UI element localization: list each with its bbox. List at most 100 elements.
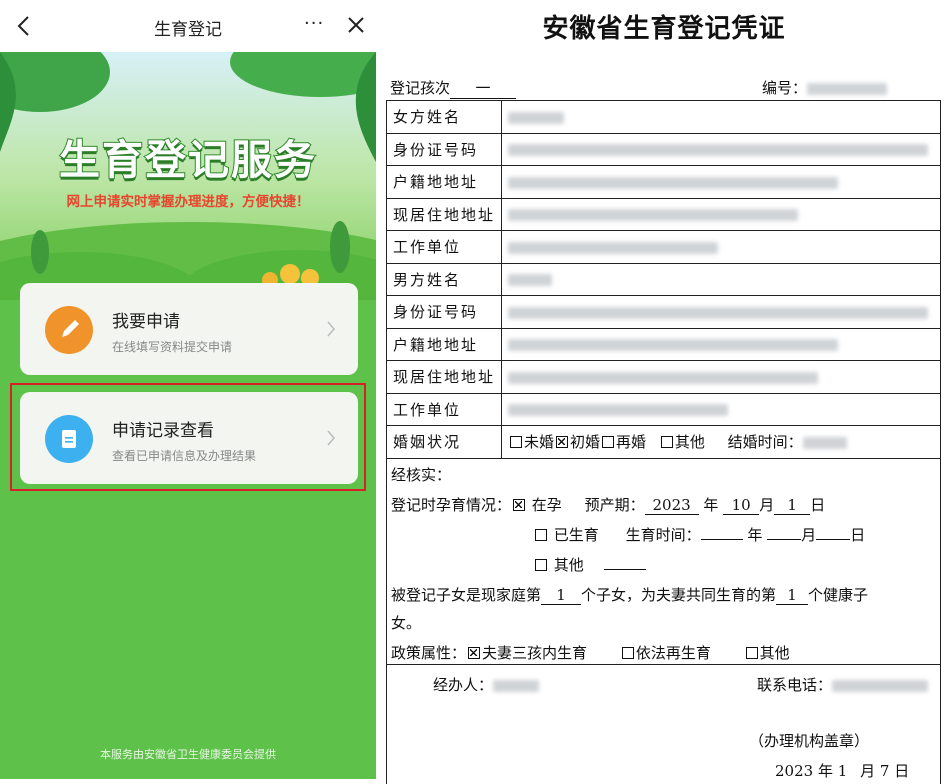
unit: 月: [801, 526, 817, 544]
unit: 日: [894, 762, 910, 780]
registration-order: 登记孩次一: [390, 77, 517, 99]
row-label: 身份证号码: [385, 132, 503, 166]
checkbox: [745, 647, 758, 659]
redacted-value: [508, 274, 553, 287]
footer-note: 本服务由安徽省卫生健康委员会提供: [100, 748, 276, 761]
child-line-tail: 女。: [391, 614, 422, 632]
row-label: 男方姓名: [385, 262, 503, 296]
row-value: [501, 197, 941, 231]
row-label: 现居住地地址: [385, 197, 503, 231]
redacted-value: [508, 144, 929, 157]
checkbox: [535, 529, 547, 541]
checkbox-checked: [513, 499, 526, 511]
child-order: 1: [541, 586, 582, 605]
redacted-value: [807, 83, 888, 95]
chevron-right-icon: [327, 321, 335, 337]
phone-line: 联系电话：: [757, 674, 929, 695]
blank: [700, 539, 743, 540]
option: 其他: [553, 556, 584, 574]
row-value: [501, 262, 941, 296]
value: 一: [450, 77, 517, 99]
row-value: [501, 165, 941, 199]
row-value: [501, 132, 941, 166]
label: 登记孩次: [390, 79, 451, 97]
redacted-value: [508, 111, 565, 124]
redacted-value: [493, 680, 540, 692]
unit: 月: [759, 496, 775, 514]
redacted-value: [802, 437, 847, 450]
marital-row: 婚姻状况 未婚 初婚 再婚 其他 结婚时间：: [385, 425, 941, 459]
due-year: 2023: [644, 496, 699, 515]
row-value: [501, 360, 941, 394]
blank: [603, 569, 646, 570]
option: 其他: [674, 433, 705, 452]
redacted-value: [832, 680, 929, 692]
redacted-value: [508, 241, 719, 254]
card-title: 我要申请: [112, 312, 180, 332]
text: 个健康子: [808, 586, 869, 604]
label: 政策属性：: [391, 644, 467, 662]
checkbox: [660, 436, 673, 449]
option: 夫妻三孩内生育: [482, 644, 588, 662]
text: 个子女，为夫妻共同生育的第: [581, 586, 777, 604]
checkbox: [602, 436, 615, 449]
option: 依法再生育: [635, 644, 711, 662]
redacted-value: [508, 176, 839, 189]
option: 再婚: [616, 433, 647, 452]
nav-bar: 生育登记 ···: [0, 0, 376, 52]
label: 经办人：: [433, 676, 494, 694]
month: 1: [837, 762, 848, 780]
unit: 月: [860, 762, 876, 780]
highlight-box: [10, 383, 366, 491]
text: 被登记子女是现家庭第: [391, 586, 542, 604]
unit: 日: [810, 496, 826, 514]
certificate-document: 安徽省生育登记凭证 登记孩次一 编号： 女方姓名 身份证号码 户籍地地址 现居住地地址…: [378, 0, 950, 784]
label: 生育时间：: [625, 526, 701, 544]
born-line: 已生育 生育时间： 年 月 日: [533, 524, 865, 545]
redacted-value: [508, 209, 799, 222]
row-value: [501, 230, 941, 264]
row-value: [501, 100, 941, 134]
row-label: 婚姻状况: [385, 425, 503, 459]
close-icon[interactable]: [345, 14, 367, 36]
unit: 年: [703, 496, 719, 514]
label: 登记时孕育情况：: [391, 496, 512, 514]
blank: [816, 539, 851, 540]
checkbox: [621, 647, 634, 659]
info-table: 女方姓名 身份证号码 户籍地地址 现居住地地址 工作单位 男方姓名 身份证号码 户籍地地址 现居…: [385, 100, 941, 459]
certificate-number: 编号：: [762, 77, 888, 98]
row-label: 工作单位: [385, 392, 503, 426]
label: 预产期：: [584, 496, 645, 514]
checkbox: [510, 436, 523, 449]
banner: 生育登记服务 网上申请实时掌握办理进度，方便快捷！: [0, 52, 376, 300]
table-row: 身份证号码: [385, 295, 941, 329]
certificate-title: 安徽省生育登记凭证: [542, 14, 786, 44]
unit: 年: [817, 762, 833, 780]
more-options-icon[interactable]: ···: [304, 13, 324, 34]
unit: 日: [850, 526, 866, 544]
row-label: 户籍地地址: [385, 165, 503, 199]
blank: [767, 539, 802, 540]
checkbox-checked: [468, 647, 481, 659]
table-row: 户籍地地址: [385, 165, 941, 199]
issue-date: 2023 年 1 月 7 日: [775, 760, 909, 781]
mobile-app-panel: 生育登记 ··· 生育登记服务 网上申请实时掌握办理进度，方便快捷！ 我要申请 …: [0, 0, 376, 779]
verified-label: 经核实：: [391, 466, 452, 484]
card-desc: 在线填写资料提交申请: [112, 340, 233, 354]
day: 7: [879, 762, 890, 780]
row-value: [501, 327, 941, 361]
option: 已生育: [553, 526, 599, 544]
row-label: 身份证号码: [385, 295, 503, 329]
table-row: 现居住地地址: [385, 197, 941, 231]
table-row: 现居住地地址: [385, 360, 941, 394]
table-row: 男方姓名: [385, 262, 941, 296]
pregnancy-line: 登记时孕育情况： 在孕 预产期： 2023 年 10 月 1 日: [391, 494, 825, 515]
checkbox-checked: [556, 436, 569, 449]
apply-card[interactable]: 我要申请 在线填写资料提交申请: [20, 283, 358, 375]
label: 编号：: [762, 79, 808, 97]
table-row: 工作单位: [385, 230, 941, 264]
checkbox: [535, 559, 547, 571]
year: 2023: [775, 762, 814, 780]
redacted-value: [508, 306, 929, 319]
due-day: 1: [774, 496, 811, 515]
